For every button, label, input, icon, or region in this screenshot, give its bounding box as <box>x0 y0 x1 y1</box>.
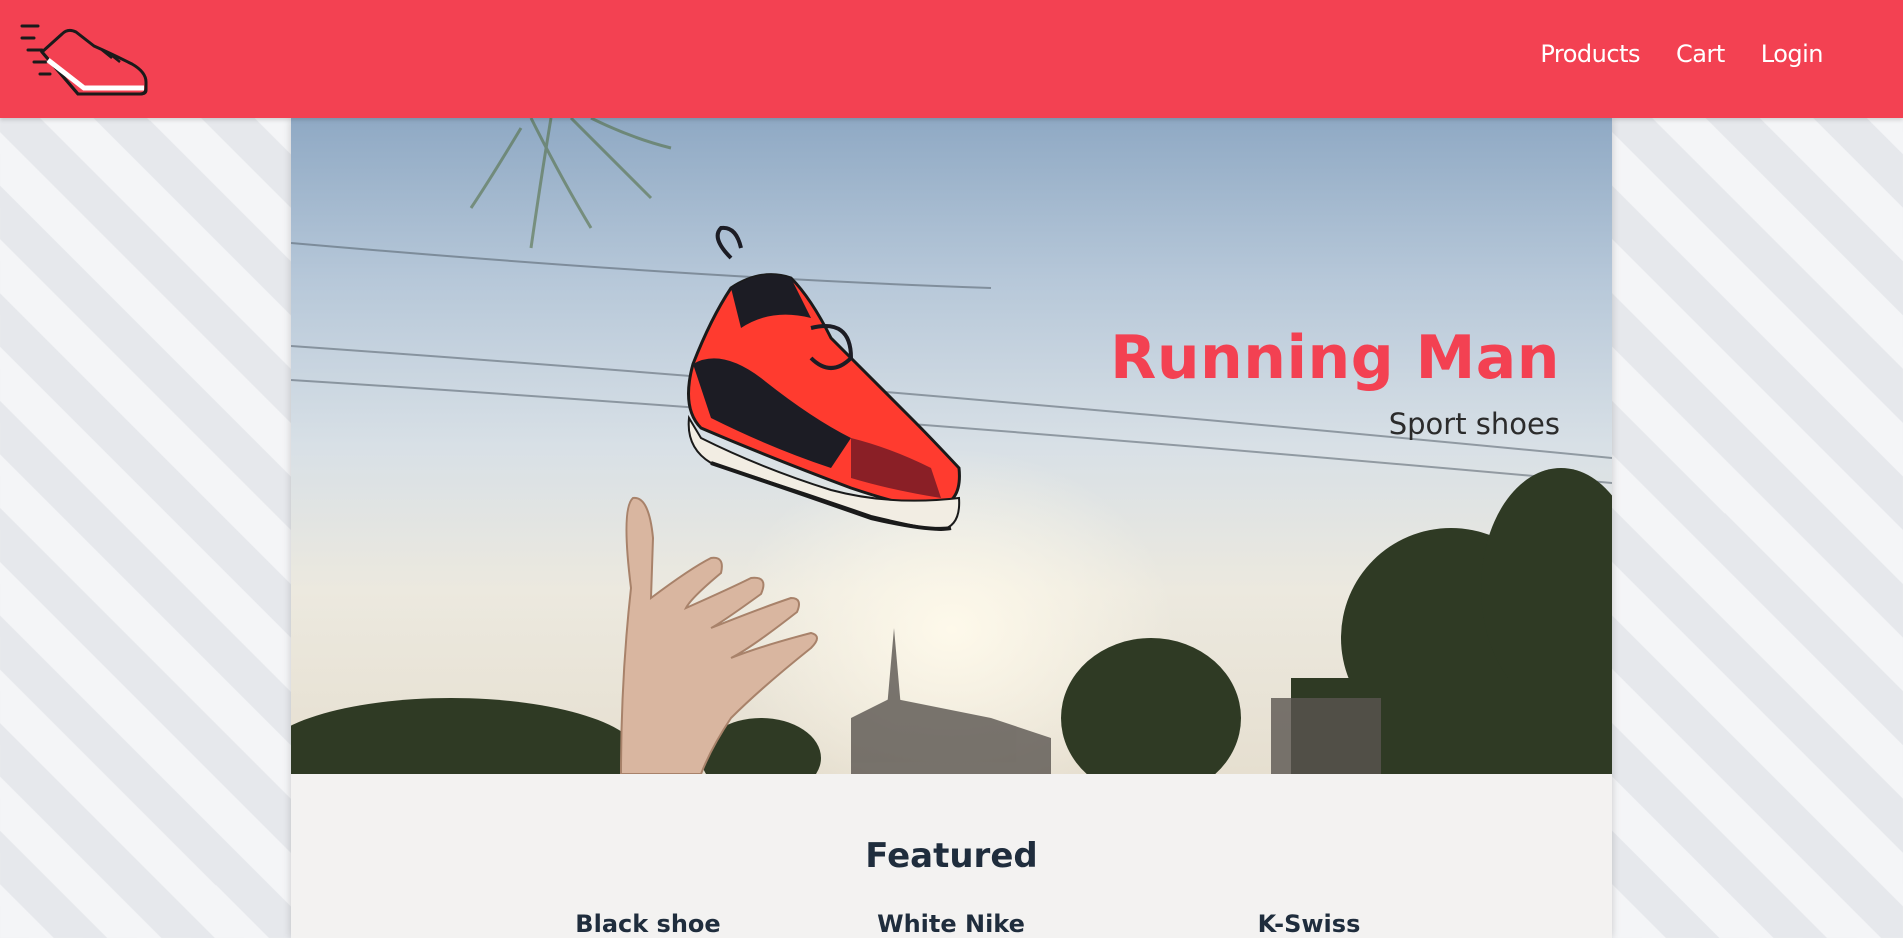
hero-subtitle: Sport shoes <box>1388 407 1560 441</box>
featured-title: Featured <box>865 836 1038 876</box>
featured-products: Black shoe White Nike K-Swiss <box>291 910 1612 938</box>
main-nav: Products Cart Login <box>1540 40 1823 68</box>
hero-text: Running Man Sport shoes <box>1110 323 1560 441</box>
hero-image <box>291 118 1612 774</box>
product-name-white-nike[interactable]: White Nike <box>821 910 1081 938</box>
nav-products[interactable]: Products <box>1540 40 1640 68</box>
nav-login[interactable]: Login <box>1761 40 1824 68</box>
hero-title: Running Man <box>1110 323 1560 393</box>
product-name-k-swiss[interactable]: K-Swiss <box>1179 910 1439 938</box>
product-name-black-shoe[interactable]: Black shoe <box>518 910 778 938</box>
hero-banner: Running Man Sport shoes <box>291 118 1612 774</box>
nav-cart[interactable]: Cart <box>1676 40 1725 68</box>
navbar: Products Cart Login <box>0 0 1903 118</box>
running-shoe-icon[interactable] <box>20 20 152 98</box>
main-container: Running Man Sport shoes Featured Black s… <box>291 118 1612 938</box>
